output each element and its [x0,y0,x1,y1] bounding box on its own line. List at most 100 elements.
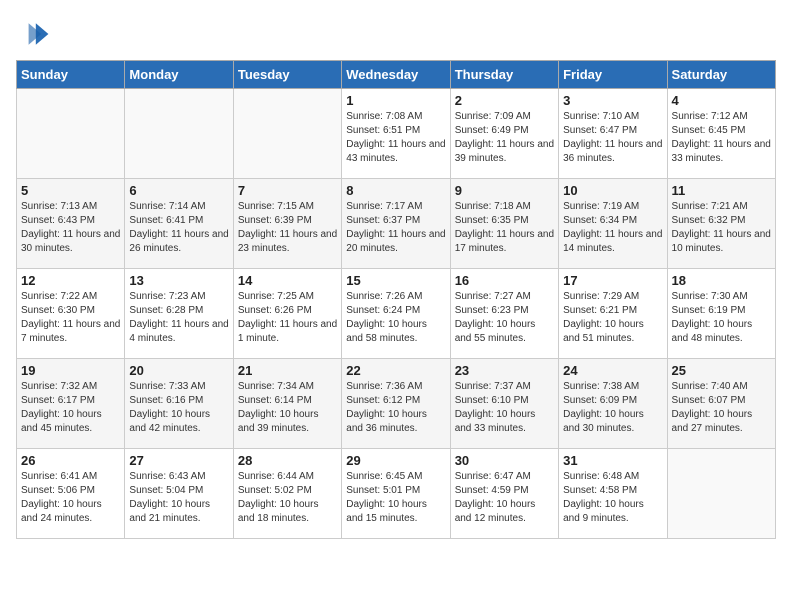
day-of-week-header: Friday [559,61,667,89]
day-number: 24 [563,363,662,378]
calendar-cell [125,89,233,179]
day-info: Sunrise: 7:32 AM Sunset: 6:17 PM Dayligh… [21,380,120,436]
day-number: 9 [455,183,554,198]
calendar-cell: 6Sunrise: 7:14 AM Sunset: 6:41 PM Daylig… [125,179,233,269]
day-info: Sunrise: 7:18 AM Sunset: 6:35 PM Dayligh… [455,200,554,256]
calendar-cell: 3 Sunrise: 7:10 AM Sunset: 6:47 PM Daylig… [559,89,667,179]
calendar-cell: 28 Sunrise: 6:44 AM Sunset: 5:02 PM Dayli… [233,449,341,539]
day-number: 25 [672,363,771,378]
day-info: Sunrise: 7:29 AM Sunset: 6:21 PM Dayligh… [563,290,662,346]
calendar-cell [17,89,125,179]
day-number: 16 [455,273,554,288]
day-number: 8 [346,183,445,198]
day-info: Sunrise: 7:40 AM Sunset: 6:07 PM Dayligh… [672,380,771,436]
calendar-cell: 5 Sunrise: 7:13 AM Sunset: 6:43 PM Daylig… [17,179,125,269]
calendar-cell: 23 Sunrise: 7:37 AM Sunset: 6:10 PM Dayli… [450,359,558,449]
day-of-week-header: Wednesday [342,61,450,89]
day-number: 13 [129,273,228,288]
calendar-cell: 7 Sunrise: 7:15 AM Sunset: 6:39 PM Daylig… [233,179,341,269]
logo-icon [16,16,52,52]
calendar-cell: 10 Sunrise: 7:19 AM Sunset: 6:34 PM Dayli… [559,179,667,269]
day-number: 29 [346,453,445,468]
calendar-cell: 16 Sunrise: 7:27 AM Sunset: 6:23 PM Dayli… [450,269,558,359]
calendar-cell: 30 Sunrise: 6:47 AM Sunset: 4:59 PM Dayli… [450,449,558,539]
day-info: Sunrise: 7:36 AM Sunset: 6:12 PM Dayligh… [346,380,445,436]
calendar-cell: 9 Sunrise: 7:18 AM Sunset: 6:35 PM Daylig… [450,179,558,269]
calendar-cell: 4 Sunrise: 7:12 AM Sunset: 6:45 PM Daylig… [667,89,775,179]
calendar-table: SundayMondayTuesdayWednesdayThursdayFrid… [16,60,776,539]
day-number: 28 [238,453,337,468]
day-info: Sunrise: 7:17 AM Sunset: 6:37 PM Dayligh… [346,200,445,256]
header [16,16,776,52]
day-info: Sunrise: 7:23 AM Sunset: 6:28 PM Dayligh… [129,290,228,346]
day-number: 5 [21,183,120,198]
day-number: 14 [238,273,337,288]
day-info: Sunrise: 7:34 AM Sunset: 6:14 PM Dayligh… [238,380,337,436]
calendar-cell: 22 Sunrise: 7:36 AM Sunset: 6:12 PM Dayli… [342,359,450,449]
day-of-week-header: Thursday [450,61,558,89]
calendar-cell: 25 Sunrise: 7:40 AM Sunset: 6:07 PM Dayli… [667,359,775,449]
day-info: Sunrise: 6:45 AM Sunset: 5:01 PM Dayligh… [346,470,445,526]
day-number: 17 [563,273,662,288]
day-number: 2 [455,93,554,108]
day-number: 10 [563,183,662,198]
calendar-cell: 14 Sunrise: 7:25 AM Sunset: 6:26 PM Dayli… [233,269,341,359]
calendar-cell: 1 Sunrise: 7:08 AM Sunset: 6:51 PM Daylig… [342,89,450,179]
day-of-week-header: Saturday [667,61,775,89]
day-info: Sunrise: 7:33 AM Sunset: 6:16 PM Dayligh… [129,380,228,436]
calendar-cell [233,89,341,179]
logo [16,16,56,52]
calendar-cell: 17 Sunrise: 7:29 AM Sunset: 6:21 PM Dayli… [559,269,667,359]
day-of-week-header: Monday [125,61,233,89]
calendar-cell [667,449,775,539]
day-info: Sunrise: 7:19 AM Sunset: 6:34 PM Dayligh… [563,200,662,256]
day-number: 23 [455,363,554,378]
calendar-cell: 26 Sunrise: 6:41 AM Sunset: 5:06 PM Dayli… [17,449,125,539]
day-info: Sunrise: 7:13 AM Sunset: 6:43 PM Dayligh… [21,200,120,256]
calendar-cell: 13 Sunrise: 7:23 AM Sunset: 6:28 PM Dayli… [125,269,233,359]
day-info: Sunrise: 7:27 AM Sunset: 6:23 PM Dayligh… [455,290,554,346]
day-info: Sunrise: 6:41 AM Sunset: 5:06 PM Dayligh… [21,470,120,526]
day-info: Sunrise: 6:48 AM Sunset: 4:58 PM Dayligh… [563,470,662,526]
calendar-cell: 20 Sunrise: 7:33 AM Sunset: 6:16 PM Dayli… [125,359,233,449]
day-info: Sunrise: 7:22 AM Sunset: 6:30 PM Dayligh… [21,290,120,346]
day-number: 31 [563,453,662,468]
day-number: 30 [455,453,554,468]
day-number: 22 [346,363,445,378]
calendar-cell: 11Sunrise: 7:21 AM Sunset: 6:32 PM Dayli… [667,179,775,269]
day-number: 18 [672,273,771,288]
day-number: 3 [563,93,662,108]
day-number: 7 [238,183,337,198]
day-info: Sunrise: 6:44 AM Sunset: 5:02 PM Dayligh… [238,470,337,526]
calendar-cell: 21Sunrise: 7:34 AM Sunset: 6:14 PM Dayli… [233,359,341,449]
calendar-cell: 27 Sunrise: 6:43 AM Sunset: 5:04 PM Dayli… [125,449,233,539]
day-info: Sunrise: 7:15 AM Sunset: 6:39 PM Dayligh… [238,200,337,256]
day-number: 4 [672,93,771,108]
day-number: 27 [129,453,228,468]
day-info: Sunrise: 7:37 AM Sunset: 6:10 PM Dayligh… [455,380,554,436]
day-number: 1 [346,93,445,108]
calendar-cell: 19 Sunrise: 7:32 AM Sunset: 6:17 PM Dayli… [17,359,125,449]
calendar-cell: 31 Sunrise: 6:48 AM Sunset: 4:58 PM Dayli… [559,449,667,539]
day-info: Sunrise: 7:21 AM Sunset: 6:32 PM Dayligh… [672,200,771,256]
day-info: Sunrise: 7:10 AM Sunset: 6:47 PM Dayligh… [563,110,662,166]
day-info: Sunrise: 7:25 AM Sunset: 6:26 PM Dayligh… [238,290,337,346]
day-info: Sunrise: 7:12 AM Sunset: 6:45 PM Dayligh… [672,110,771,166]
day-info: Sunrise: 7:09 AM Sunset: 6:49 PM Dayligh… [455,110,554,166]
day-number: 26 [21,453,120,468]
day-of-week-header: Tuesday [233,61,341,89]
day-number: 20 [129,363,228,378]
day-number: 19 [21,363,120,378]
day-info: Sunrise: 6:43 AM Sunset: 5:04 PM Dayligh… [129,470,228,526]
calendar-cell: 8 Sunrise: 7:17 AM Sunset: 6:37 PM Daylig… [342,179,450,269]
day-number: 12 [21,273,120,288]
calendar-cell: 29 Sunrise: 6:45 AM Sunset: 5:01 PM Dayli… [342,449,450,539]
calendar-cell: 18 Sunrise: 7:30 AM Sunset: 6:19 PM Dayli… [667,269,775,359]
day-info: Sunrise: 7:38 AM Sunset: 6:09 PM Dayligh… [563,380,662,436]
day-info: Sunrise: 7:30 AM Sunset: 6:19 PM Dayligh… [672,290,771,346]
day-of-week-header: Sunday [17,61,125,89]
calendar-cell: 15Sunrise: 7:26 AM Sunset: 6:24 PM Dayli… [342,269,450,359]
day-info: Sunrise: 6:47 AM Sunset: 4:59 PM Dayligh… [455,470,554,526]
calendar-cell: 24 Sunrise: 7:38 AM Sunset: 6:09 PM Dayli… [559,359,667,449]
day-info: Sunrise: 7:08 AM Sunset: 6:51 PM Dayligh… [346,110,445,166]
